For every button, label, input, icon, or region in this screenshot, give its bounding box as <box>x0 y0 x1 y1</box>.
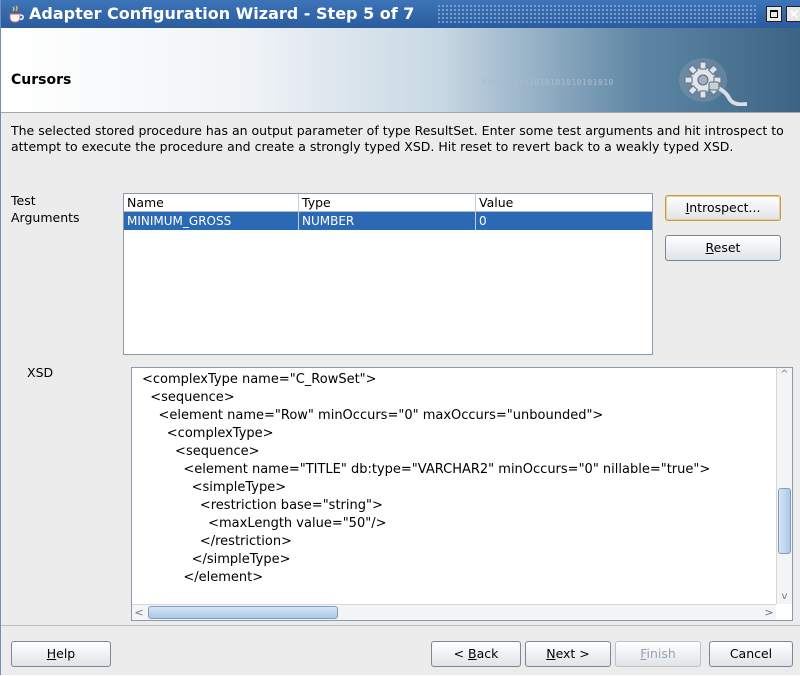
reset-mnemonic: R <box>705 240 714 255</box>
xsd-line: <maxLength value="50"/> <box>142 516 387 531</box>
xsd-horizontal-scrollbar[interactable]: < > <box>132 604 776 620</box>
xsd-label: XSD <box>27 365 54 380</box>
back-button[interactable]: < Back <box>431 641 521 667</box>
scroll-down-icon[interactable]: v <box>777 590 792 604</box>
scroll-up-icon[interactable]: ^ <box>777 368 792 382</box>
test-arguments-table[interactable]: Name Type Value MINIMUM_GROSS NUMBER 0 <box>123 193 653 355</box>
finish-button[interactable]: Finish <box>615 641 701 667</box>
xsd-line: <sequence> <box>142 444 260 459</box>
next-label: ext > <box>555 646 590 661</box>
xsd-line: <complexType name="C_RowSet"> <box>142 372 377 387</box>
help-label: elp <box>56 646 76 661</box>
help-button[interactable]: Help <box>11 641 111 667</box>
xsd-line: <element name="Row" minOccurs="0" maxOcc… <box>142 408 604 423</box>
introspect-label: ntrospect... <box>689 200 761 215</box>
column-header-type[interactable]: Type <box>302 195 331 210</box>
back-mnemonic: B <box>468 646 477 661</box>
vertical-scroll-thumb[interactable] <box>778 488 791 554</box>
button-bar: Help < Back Next > Finish Cancel <box>1 625 800 676</box>
xsd-line: </restriction> <box>142 534 292 549</box>
back-label: ack <box>476 646 499 661</box>
next-mnemonic: N <box>546 646 556 661</box>
next-button[interactable]: Next > <box>525 641 611 667</box>
xsd-line: <complexType> <box>142 426 274 441</box>
test-arguments-label-line2: Arguments <box>11 210 80 225</box>
wizard-window: Adapter Configuration Wizard - Step 5 of… <box>0 0 800 675</box>
title-bar-pattern <box>437 4 757 24</box>
reset-button[interactable]: Reset <box>665 235 781 261</box>
scroll-right-icon[interactable]: > <box>762 605 776 620</box>
xsd-line: <simpleType> <box>142 480 287 495</box>
xsd-line: <restriction base="string"> <box>142 498 383 513</box>
window-title: Adapter Configuration Wizard - Step 5 of… <box>29 4 415 23</box>
java-cup-icon <box>9 5 24 23</box>
close-icon[interactable]: × <box>786 6 800 22</box>
xsd-line: <element name="TITLE" db:type="VARCHAR2"… <box>142 462 711 477</box>
back-prefix: < <box>453 646 469 661</box>
column-header-value[interactable]: Value <box>479 195 513 210</box>
test-arguments-label-line1: Test <box>11 193 36 208</box>
row-name-cell[interactable]: MINIMUM_GROSS <box>127 214 231 228</box>
column-divider <box>475 194 476 230</box>
finish-label: inish <box>646 646 676 661</box>
description-text: The selected stored procedure has an out… <box>11 123 784 154</box>
table-header: Name Type Value <box>124 194 652 212</box>
row-type-cell[interactable]: NUMBER <box>302 214 354 228</box>
xsd-vertical-scrollbar[interactable]: ^ v <box>776 368 792 604</box>
introspect-button[interactable]: Introspect... <box>665 195 781 221</box>
xsd-line: </simpleType> <box>142 552 291 567</box>
title-bar[interactable]: Adapter Configuration Wizard - Step 5 of… <box>1 0 800 28</box>
xsd-editor[interactable]: <complexType name="C_RowSet"> <sequence>… <box>131 367 793 621</box>
help-mnemonic: H <box>46 646 57 661</box>
horizontal-scroll-thumb[interactable] <box>148 606 338 619</box>
xsd-line: </element> <box>142 570 264 585</box>
page-title: Cursors <box>11 72 72 88</box>
scroll-left-icon[interactable]: < <box>132 605 146 620</box>
table-row[interactable]: MINIMUM_GROSS NUMBER 0 <box>124 212 652 230</box>
wizard-header: Cursors 0101010101010101010101010 <box>1 28 800 113</box>
cancel-button[interactable]: Cancel <box>709 641 793 667</box>
row-value-cell[interactable]: 0 <box>479 214 487 228</box>
maximize-icon[interactable] <box>766 6 782 22</box>
xsd-code[interactable]: <complexType name="C_RowSet"> <sequence>… <box>132 372 772 594</box>
gear-plug-icon <box>679 58 747 106</box>
column-divider <box>298 194 299 230</box>
xsd-line: <sequence> <box>142 390 235 405</box>
binary-decoration: 0101010101010101010101010 <box>481 78 614 87</box>
wizard-content: The selected stored procedure has an out… <box>1 113 800 675</box>
column-header-name[interactable]: Name <box>127 195 164 210</box>
reset-label: eset <box>713 240 741 255</box>
